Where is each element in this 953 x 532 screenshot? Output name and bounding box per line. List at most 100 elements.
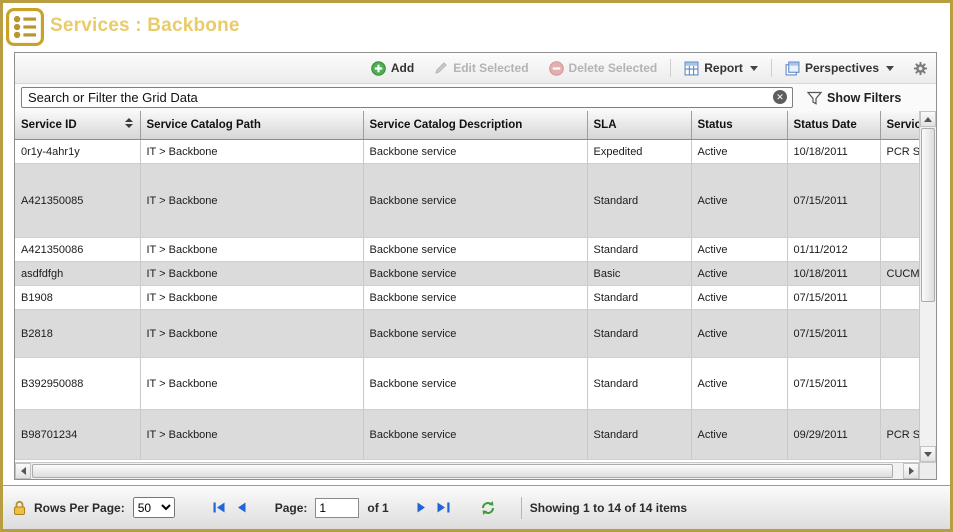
- horizontal-scroll-track[interactable]: [31, 463, 903, 479]
- cell-service_id: asdfdfgh: [15, 262, 140, 286]
- search-box: ✕: [21, 87, 793, 108]
- toolbar-separator: [771, 59, 772, 77]
- cell-service_id: A421350085: [15, 164, 140, 238]
- cell-status: Active: [691, 164, 787, 238]
- scroll-left-button[interactable]: [15, 463, 31, 479]
- table-row[interactable]: 0r1y-4ahr1yIT > BackboneBackbone service…: [15, 140, 919, 164]
- page-input[interactable]: [315, 498, 359, 518]
- cell-sla: Expedited: [587, 140, 691, 164]
- cell-status: Active: [691, 140, 787, 164]
- column-header-sla[interactable]: SLA: [587, 111, 691, 140]
- cell-sla: Standard: [587, 238, 691, 262]
- column-header-service-h[interactable]: Service H: [880, 111, 919, 140]
- cell-description: Backbone service: [363, 238, 587, 262]
- cell-status_date: 10/18/2011: [787, 262, 880, 286]
- cell-description: Backbone service: [363, 410, 587, 460]
- grid-panel: Add Edit Selected Delete Selected Report: [14, 52, 937, 480]
- edit-icon: [434, 61, 448, 75]
- add-label: Add: [391, 61, 414, 75]
- report-label: Report: [704, 61, 743, 75]
- rows-per-page-select[interactable]: 50: [133, 497, 175, 518]
- column-header-status[interactable]: Status: [691, 111, 787, 140]
- cell-service_h: [880, 358, 919, 410]
- search-input[interactable]: [21, 87, 793, 108]
- cell-service_id: 0r1y-4ahr1y: [15, 140, 140, 164]
- lock-icon: [13, 500, 26, 516]
- scroll-right-button[interactable]: [903, 463, 919, 479]
- cell-status_date: 07/15/2011: [787, 310, 880, 358]
- vertical-scroll-thumb[interactable]: [921, 128, 935, 302]
- column-header-status-date[interactable]: Status Date: [787, 111, 880, 140]
- arrow-right-icon: [909, 467, 914, 475]
- sort-icon: [125, 118, 133, 128]
- first-page-button[interactable]: [209, 498, 231, 518]
- cell-description: Backbone service: [363, 358, 587, 410]
- table-row[interactable]: B98701234IT > BackboneBackbone serviceSt…: [15, 410, 919, 460]
- last-page-button[interactable]: [433, 498, 455, 518]
- scroll-up-button[interactable]: [920, 111, 936, 127]
- cell-path: IT > Backbone: [140, 310, 363, 358]
- cell-path: IT > Backbone: [140, 358, 363, 410]
- gear-icon[interactable]: [913, 61, 928, 76]
- table-row[interactable]: asdfdfghIT > BackboneBackbone serviceBas…: [15, 262, 919, 286]
- column-header-label: Status Date: [794, 119, 857, 131]
- column-header-label: Service H: [887, 119, 920, 131]
- edit-selected-label: Edit Selected: [453, 61, 528, 75]
- table-row[interactable]: B392950088IT > BackboneBackbone serviceS…: [15, 358, 919, 410]
- add-icon: [371, 61, 386, 76]
- table-header: Service ID Service Catalog Path Service …: [15, 111, 919, 140]
- clear-search-icon[interactable]: ✕: [773, 90, 787, 104]
- titlebar: Services : Backbone: [3, 3, 950, 49]
- table-row[interactable]: A421350086IT > BackboneBackbone serviceS…: [15, 238, 919, 262]
- vertical-scrollbar[interactable]: [919, 111, 936, 462]
- column-header-catalog-path[interactable]: Service Catalog Path: [140, 111, 363, 140]
- app-icon: [6, 8, 44, 46]
- showing-items-label: Showing 1 to 14 of 14 items: [530, 501, 687, 515]
- pagination-bar: Rows Per Page: 50 Page: of 1 Showing 1 t…: [3, 485, 950, 529]
- cell-status: Active: [691, 286, 787, 310]
- delete-icon: [549, 61, 564, 76]
- cell-status_date: 10/18/2011: [787, 140, 880, 164]
- cell-description: Backbone service: [363, 164, 587, 238]
- perspectives-icon: [785, 61, 800, 76]
- cell-service_h: [880, 164, 919, 238]
- cell-status_date: 09/29/2011: [787, 410, 880, 460]
- chevron-down-icon: [886, 66, 894, 71]
- cell-service_id: B392950088: [15, 358, 140, 410]
- table-row[interactable]: B2818IT > BackboneBackbone serviceStanda…: [15, 310, 919, 358]
- cell-service_id: A421350086: [15, 238, 140, 262]
- cell-sla: Standard: [587, 164, 691, 238]
- table-row[interactable]: A421350085IT > BackboneBackbone serviceS…: [15, 164, 919, 238]
- add-button[interactable]: Add: [364, 58, 421, 79]
- edit-selected-button[interactable]: Edit Selected: [427, 58, 535, 78]
- search-row: ✕ Show Filters: [15, 84, 936, 111]
- perspectives-button[interactable]: Perspectives: [778, 58, 901, 79]
- cell-service_h: [880, 310, 919, 358]
- cell-status: Active: [691, 358, 787, 410]
- show-filters-label: Show Filters: [827, 91, 901, 105]
- table-row[interactable]: B1908IT > BackboneBackbone serviceStanda…: [15, 286, 919, 310]
- report-icon: [684, 61, 699, 76]
- column-header-service-id[interactable]: Service ID: [15, 111, 140, 140]
- scroll-down-button[interactable]: [920, 446, 936, 462]
- vertical-scroll-track[interactable]: [920, 127, 936, 446]
- column-header-catalog-description[interactable]: Service Catalog Description: [363, 111, 587, 140]
- next-page-button[interactable]: [411, 498, 433, 518]
- cell-path: IT > Backbone: [140, 286, 363, 310]
- perspectives-label: Perspectives: [805, 61, 879, 75]
- cell-path: IT > Backbone: [140, 164, 363, 238]
- page-title: Services : Backbone: [50, 15, 240, 37]
- refresh-button[interactable]: [477, 498, 499, 518]
- report-button[interactable]: Report: [677, 58, 765, 79]
- horizontal-scroll-thumb[interactable]: [32, 464, 893, 478]
- delete-selected-button[interactable]: Delete Selected: [542, 58, 665, 79]
- page-label: Page:: [275, 501, 308, 515]
- app-window: Services : Backbone Add Edit Selected: [0, 0, 953, 532]
- cell-service_h: PCR Sv: [880, 410, 919, 460]
- cell-sla: Standard: [587, 410, 691, 460]
- horizontal-scrollbar[interactable]: [15, 462, 919, 479]
- show-filters-button[interactable]: Show Filters: [807, 91, 901, 105]
- cell-description: Backbone service: [363, 140, 587, 164]
- prev-page-button[interactable]: [231, 498, 253, 518]
- cell-sla: Standard: [587, 286, 691, 310]
